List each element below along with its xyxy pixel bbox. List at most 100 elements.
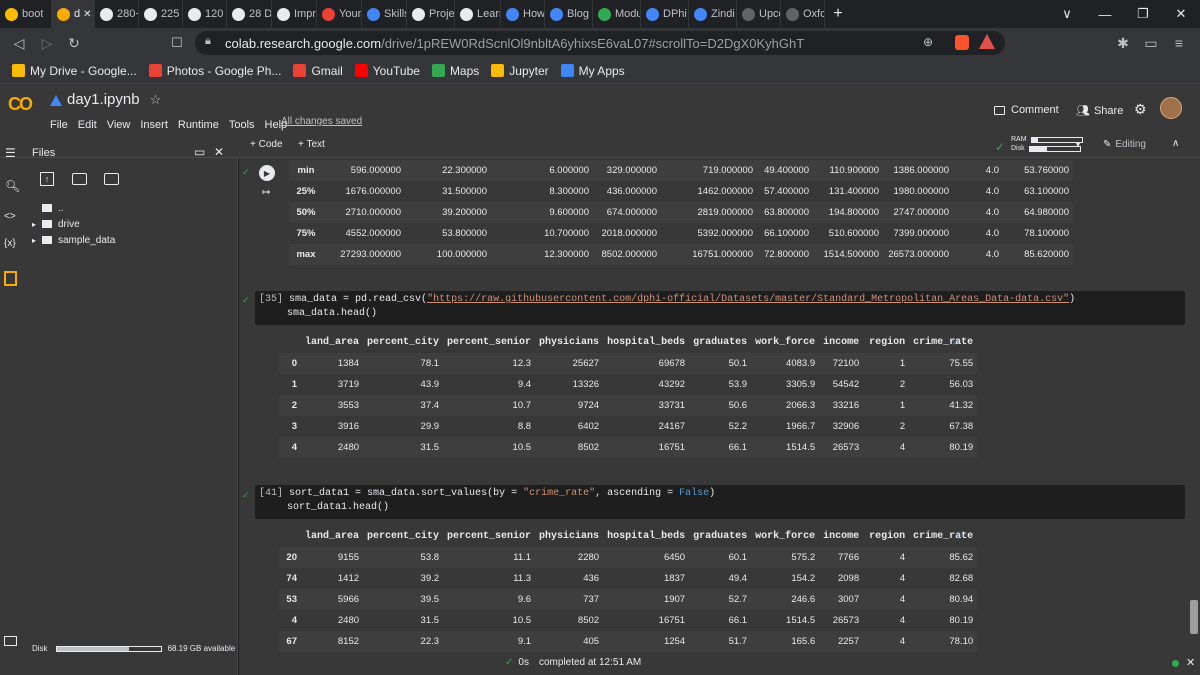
notebook-name[interactable]: day1.ipynb bbox=[67, 91, 140, 108]
browser-tab[interactable]: 225 bbox=[139, 0, 183, 28]
magic-wand-icon[interactable]: ✨︎ bbox=[946, 333, 964, 351]
disk-usage-label: Disk bbox=[32, 644, 48, 653]
browser-tab[interactable]: How bbox=[501, 0, 545, 28]
files-folder-icon[interactable] bbox=[4, 271, 17, 286]
file-tree-item[interactable]: .. bbox=[42, 200, 115, 216]
save-status[interactable]: All changes saved bbox=[281, 116, 362, 127]
menu-item[interactable]: Tools bbox=[229, 119, 255, 131]
output-icon[interactable]: ↦ bbox=[262, 187, 270, 198]
browser-tab[interactable]: Skills bbox=[362, 0, 407, 28]
resources-indicator[interactable]: RAM Disk bbox=[1011, 135, 1083, 153]
menu-item[interactable]: Runtime bbox=[178, 119, 219, 131]
bookmark-icon[interactable]: ☐ bbox=[166, 32, 188, 54]
browser-tab[interactable]: Your bbox=[317, 0, 362, 28]
browser-tab[interactable]: Blog bbox=[545, 0, 593, 28]
url-text: colab.research.google.com/drive/1pREW0Rd… bbox=[225, 36, 804, 51]
menu-item[interactable]: Insert bbox=[140, 119, 168, 131]
generic-icon bbox=[742, 7, 755, 21]
status-close-icon[interactable]: ✕ bbox=[1186, 656, 1195, 669]
collapse-header-icon[interactable]: ∧ bbox=[1172, 138, 1179, 149]
browser-tab[interactable]: Proje bbox=[407, 0, 455, 28]
settings-gear-icon[interactable]: ⚙ bbox=[1134, 101, 1147, 118]
forward-button[interactable]: ▷ bbox=[36, 32, 58, 54]
run-cell-button[interactable]: ▶ bbox=[259, 165, 275, 181]
menu-item[interactable]: Edit bbox=[78, 119, 97, 131]
table-cell: 72.800000 bbox=[757, 244, 813, 265]
browser-menu-icon[interactable]: ≡ bbox=[1168, 32, 1190, 54]
new-tab-button[interactable]: + bbox=[825, 0, 851, 28]
brave-rewards-icon[interactable] bbox=[979, 34, 995, 49]
search-icon[interactable]: 🔍︎ bbox=[5, 179, 20, 193]
bookmark-item[interactable]: My Apps bbox=[560, 64, 625, 78]
expand-arrow-icon[interactable]: ▸ bbox=[32, 236, 42, 245]
tab-close-icon[interactable]: ✕ bbox=[83, 9, 91, 20]
back-button[interactable]: ◁ bbox=[8, 32, 30, 54]
browser-tab[interactable]: 120 F bbox=[183, 0, 227, 28]
browser-tab[interactable]: Modu bbox=[593, 0, 641, 28]
refresh-folder-icon[interactable] bbox=[72, 173, 87, 185]
browser-tab[interactable]: boot bbox=[0, 0, 52, 28]
cell35-url[interactable]: "https://raw.githubusercontent.com/dphi-… bbox=[427, 294, 1069, 305]
browser-tab[interactable]: DPhi bbox=[641, 0, 689, 28]
browser-tab[interactable]: Oxfor bbox=[781, 0, 825, 28]
menu-item[interactable]: View bbox=[107, 119, 131, 131]
code-snippets-icon[interactable]: <> bbox=[4, 211, 16, 222]
add-code-button[interactable]: + Code bbox=[250, 139, 283, 150]
toc-icon[interactable]: ☰ bbox=[5, 146, 16, 160]
zoom-icon[interactable]: ⊕ bbox=[923, 35, 933, 49]
magic-wand-icon-2[interactable]: ✨︎ bbox=[951, 527, 969, 545]
extensions-icon[interactable]: ✱ bbox=[1112, 32, 1134, 54]
browser-tab[interactable]: Impr bbox=[272, 0, 317, 28]
browser-tab[interactable]: 28 D bbox=[227, 0, 272, 28]
bookmark-item[interactable]: Photos - Google Ph... bbox=[148, 64, 281, 78]
tab-search-icon[interactable]: ∨ bbox=[1048, 0, 1086, 28]
table-row: 2 3553 37.4 10.7 9724 33731 50.6 2066.3 33216 1 41… bbox=[279, 395, 978, 416]
code-cell-35[interactable]: [35] sma_data = pd.read_csv("https://raw… bbox=[255, 291, 1185, 325]
table-cell: 63.800000 bbox=[757, 202, 813, 223]
bookmark-item[interactable]: My Drive - Google... bbox=[12, 64, 137, 78]
bookmark-item[interactable]: Jupyter bbox=[491, 64, 549, 78]
table-cell: 16751 bbox=[658, 615, 686, 626]
table-cell: 8.300000 bbox=[549, 186, 589, 197]
colab-logo[interactable]: CO bbox=[8, 94, 33, 115]
add-text-button[interactable]: + Text bbox=[298, 139, 325, 150]
terminal-icon[interactable] bbox=[4, 636, 17, 646]
brave-shield-icon[interactable] bbox=[955, 35, 969, 50]
window-icon[interactable]: ▭ bbox=[194, 145, 205, 159]
expand-arrow-icon[interactable]: ▸ bbox=[32, 220, 42, 229]
avatar[interactable] bbox=[1160, 97, 1182, 119]
connected-check-icon: ✓ bbox=[995, 140, 1006, 154]
variables-icon[interactable]: {x} bbox=[4, 238, 16, 249]
browser-tab[interactable]: d ✕ bbox=[52, 0, 95, 28]
resources-dropdown-icon[interactable]: ▼ bbox=[1074, 140, 1082, 149]
address-bar[interactable]: 🔒︎ colab.research.google.com/drive/1pREW… bbox=[195, 31, 1005, 55]
menu-item[interactable]: File bbox=[50, 119, 68, 131]
browser-tab[interactable]: Upco bbox=[737, 0, 781, 28]
close-window-icon[interactable]: ✕ bbox=[1162, 0, 1200, 28]
table-cell: 10.5 bbox=[512, 615, 532, 626]
reload-button[interactable]: ↻ bbox=[63, 32, 85, 54]
file-tree-item[interactable]: ▸ sample_data bbox=[32, 232, 115, 248]
runtime-status-dot bbox=[1172, 660, 1179, 667]
star-icon[interactable]: ☆ bbox=[150, 92, 162, 108]
notebook-scrollbar[interactable] bbox=[1190, 600, 1198, 634]
browser-tab[interactable]: Learn bbox=[455, 0, 501, 28]
code-cell-41[interactable]: [41] sort_data1 = sma_data.sort_values(b… bbox=[255, 485, 1185, 519]
bookmark-item[interactable]: Gmail bbox=[293, 64, 343, 78]
comment-button[interactable]: Comment bbox=[994, 104, 1059, 116]
disk-usage: Disk 68.19 GB available bbox=[32, 644, 235, 653]
close-panel-icon[interactable]: ✕ bbox=[214, 145, 224, 159]
browser-tab[interactable]: 280+ bbox=[95, 0, 139, 28]
file-tree-item[interactable]: ▸ drive bbox=[32, 216, 115, 232]
mount-drive-icon[interactable] bbox=[104, 173, 119, 185]
media-icon[interactable]: ▭ bbox=[1140, 32, 1162, 54]
share-button[interactable]: 👥︎ Share bbox=[1076, 104, 1123, 118]
browser-tab-label: Your bbox=[339, 8, 361, 20]
editing-mode-button[interactable]: ✎ Editing bbox=[1103, 139, 1146, 150]
bookmark-item[interactable]: YouTube bbox=[354, 64, 420, 78]
restore-icon[interactable]: ❐ bbox=[1124, 0, 1162, 28]
browser-tab[interactable]: Zindi bbox=[689, 0, 737, 28]
minimize-icon[interactable]: — bbox=[1086, 0, 1124, 28]
upload-icon[interactable]: ↑ bbox=[40, 172, 54, 186]
bookmark-item[interactable]: Maps bbox=[431, 64, 479, 78]
